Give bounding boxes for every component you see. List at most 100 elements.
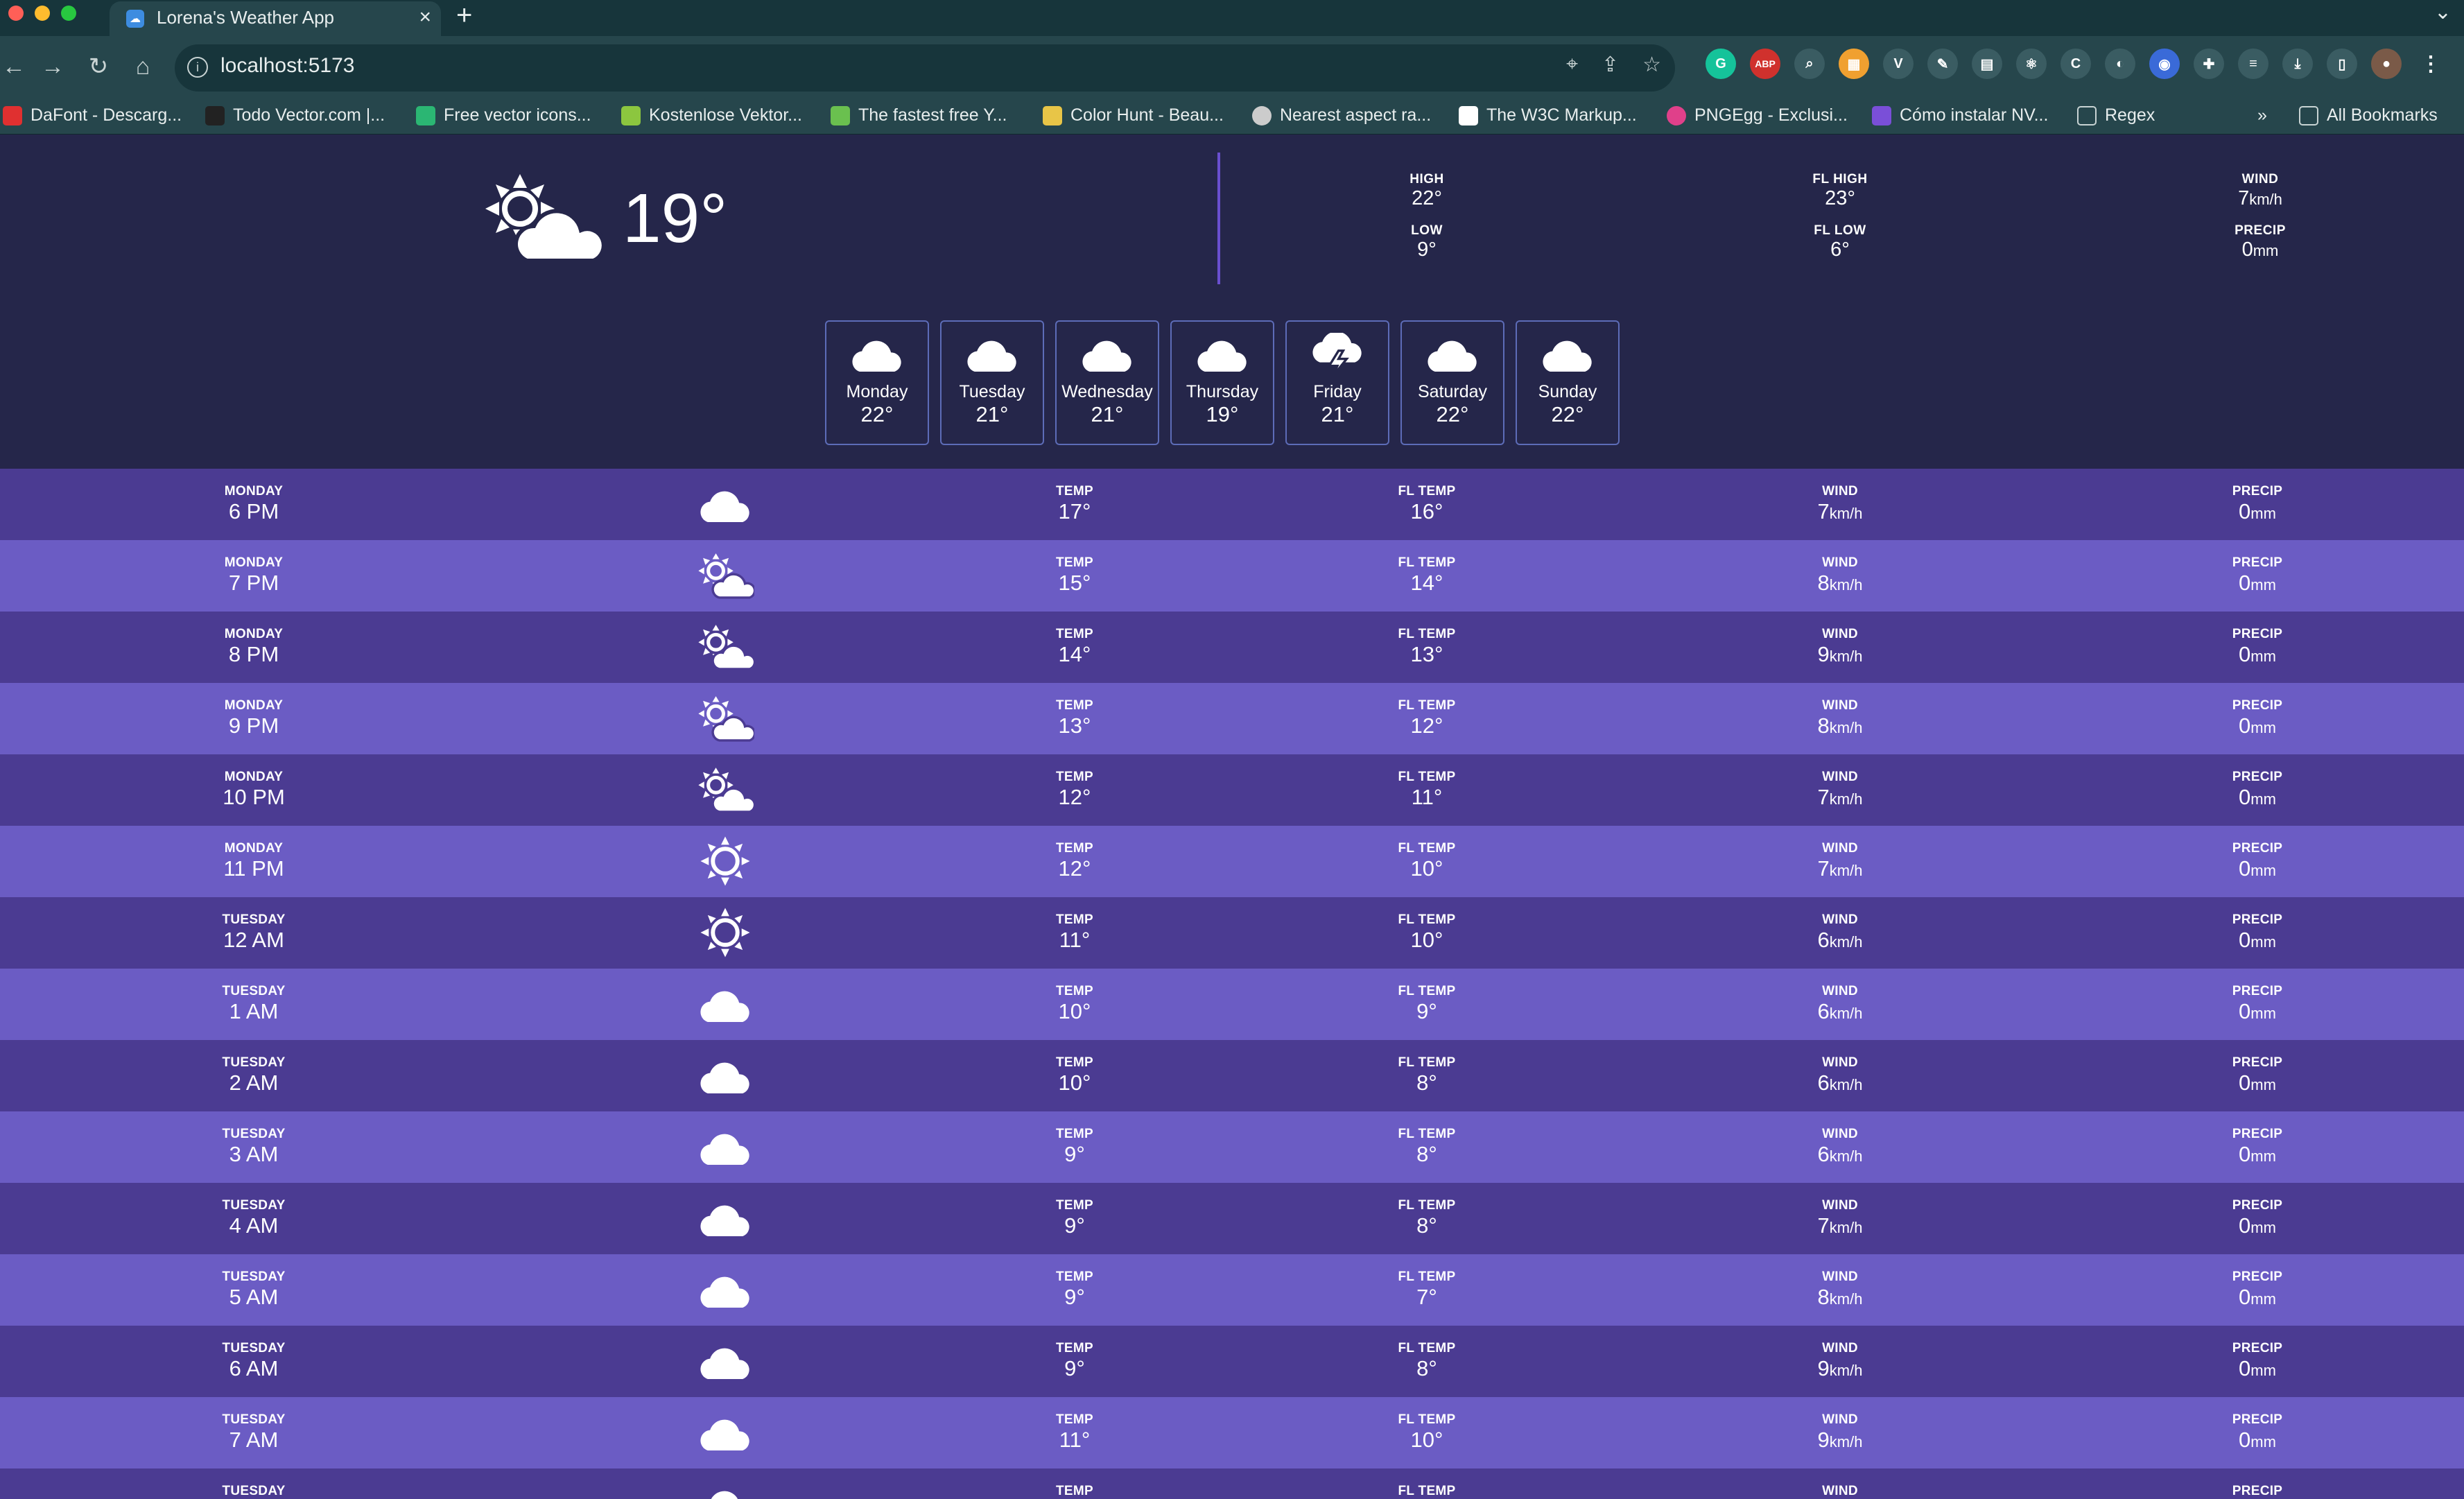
browser-menu-icon[interactable]: ⋮ xyxy=(2415,49,2446,79)
browser-tab[interactable]: ☁ Lorena's Weather App × xyxy=(110,1,441,36)
url-text[interactable]: localhost:5173 xyxy=(220,54,354,78)
minimize-window-button[interactable] xyxy=(35,6,50,21)
grammarly-icon[interactable]: G xyxy=(1706,49,1736,79)
fl-temp-value: 10° xyxy=(1410,856,1443,881)
home-icon[interactable]: ⌂ xyxy=(129,49,157,85)
zoom-window-button[interactable] xyxy=(61,6,76,21)
bookmarks-overflow-button[interactable]: » xyxy=(2257,105,2267,125)
hour-day: MONDAY xyxy=(224,770,284,784)
hour-time: MONDAY 6 PM xyxy=(225,484,284,524)
day-card-tuesday[interactable]: Tuesday 21° xyxy=(940,320,1044,445)
day-card-wednesday[interactable]: Wednesday 21° xyxy=(1055,320,1159,445)
wind-number: 7 xyxy=(1817,785,1830,809)
hour-precip: PRECIP 0mm xyxy=(2232,484,2283,524)
wind-label: WIND xyxy=(1822,1198,1858,1213)
precip-unit: mm xyxy=(2253,242,2279,259)
react-ext-icon[interactable]: ⚛ xyxy=(2016,49,2047,79)
wind-value: 7km/h xyxy=(2238,187,2282,210)
hour-fl-temp: FL TEMP 12° xyxy=(1398,698,1455,738)
wind-label: WIND xyxy=(1822,555,1858,570)
bookmark-item[interactable]: PNGEgg - Exclusi... xyxy=(1667,105,1848,125)
cloud-icon xyxy=(963,340,1021,377)
all-bookmarks-button[interactable]: All Bookmarks xyxy=(2299,105,2438,125)
reading-list-icon[interactable]: ≡ xyxy=(2238,49,2268,79)
folder-icon xyxy=(2077,105,2097,125)
fl-temp-value: 8° xyxy=(1416,1356,1437,1380)
vue-ext-icon[interactable]: V xyxy=(1883,49,1914,79)
hour-temp: TEMP 10° xyxy=(1056,984,1093,1024)
avatar[interactable]: ● xyxy=(2371,49,2402,79)
temp-value: 14° xyxy=(1058,642,1091,666)
extensions-puzzle-icon[interactable]: ✚ xyxy=(2194,49,2224,79)
current-weather: 19° HIGH 22° LOW 9° FL HIGH 23° FL LOW 6… xyxy=(0,136,2464,469)
hour-wind: WIND 9km/h xyxy=(1818,627,1863,667)
reload-icon[interactable]: ↻ xyxy=(85,49,112,85)
eyedropper-icon[interactable]: ✎ xyxy=(1927,49,1958,79)
color-ext-icon[interactable]: ▦ xyxy=(1839,49,1869,79)
temp-label: TEMP xyxy=(1056,770,1093,784)
bookmark-item[interactable]: The fastest free Y... xyxy=(831,105,1007,125)
forward-icon[interactable]: → xyxy=(39,49,67,85)
bookmark-item[interactable]: The W3C Markup... xyxy=(1459,105,1637,125)
fl-temp-label: FL TEMP xyxy=(1398,627,1456,641)
adblock-icon[interactable]: ABP xyxy=(1750,49,1780,79)
close-tab-icon[interactable]: × xyxy=(419,6,431,29)
close-window-button[interactable] xyxy=(8,6,24,21)
day-card-monday[interactable]: Monday 22° xyxy=(825,320,929,445)
bookmark-item[interactable]: Kostenlose Vektor... xyxy=(621,105,802,125)
translate-ext-icon[interactable]: ▤ xyxy=(1972,49,2002,79)
bookmark-item[interactable]: Cómo instalar NV... xyxy=(1872,105,2048,125)
hour-day: TUESDAY xyxy=(222,1055,286,1070)
wind-number: 6 xyxy=(1817,1071,1830,1095)
precip-number: 0 xyxy=(2239,1356,2251,1380)
wind-number: 7 xyxy=(2238,187,2250,209)
search-ext-icon[interactable]: ⌕ xyxy=(1794,49,1825,79)
toggle-ext-icon[interactable]: ◐ xyxy=(2105,49,2135,79)
cloud-icon xyxy=(696,1407,754,1462)
vpn-ext-icon[interactable]: ◉ xyxy=(2149,49,2180,79)
bookmark-item[interactable]: DaFont - Descarg... xyxy=(3,105,182,125)
wind-number: 6 xyxy=(1817,928,1830,952)
address-bar[interactable]: i localhost:5173 ⌖ ⇪ ☆ xyxy=(175,44,1675,92)
new-tab-button[interactable]: + xyxy=(456,0,472,31)
day-card-friday[interactable]: Friday 21° xyxy=(1285,320,1389,445)
day-card-thursday[interactable]: Thursday 19° xyxy=(1170,320,1274,445)
hourly-row: TUESDAY 1 AM TEMP 10° FL TEMP 9° WIND 6k… xyxy=(0,969,2464,1040)
bookmark-star-icon[interactable]: ☆ xyxy=(1642,53,1661,77)
sun-cloud-icon xyxy=(696,621,756,676)
download-icon[interactable]: ⤓ xyxy=(2282,49,2313,79)
fl-temp-label: FL TEMP xyxy=(1398,1341,1456,1355)
hour-day: MONDAY xyxy=(224,841,284,856)
tab-search-icon[interactable]: ⌄ xyxy=(2434,0,2452,24)
bookmark-folder[interactable]: Regex xyxy=(2077,105,2155,125)
hour-fl-temp: FL TEMP 16° xyxy=(1398,484,1455,524)
share-icon[interactable]: ⇪ xyxy=(1602,53,1619,77)
hour-time-value: 6 PM xyxy=(228,499,279,523)
precip-number: 0 xyxy=(2239,1071,2251,1095)
day-card-saturday[interactable]: Saturday 22° xyxy=(1400,320,1504,445)
site-info-icon[interactable]: i xyxy=(187,57,208,78)
hour-temp: TEMP 10° xyxy=(1056,1055,1093,1095)
hour-precip: PRECIP xyxy=(2232,1484,2283,1499)
bookmark-item[interactable]: Nearest aspect ra... xyxy=(1252,105,1431,125)
day-card-sunday[interactable]: Sunday 22° xyxy=(1516,320,1620,445)
css-ext-icon[interactable]: C xyxy=(2060,49,2091,79)
temp-label: TEMP xyxy=(1056,1412,1093,1427)
bookmark-item[interactable]: Todo Vector.com |... xyxy=(205,105,385,125)
bookmark-item[interactable]: Free vector icons... xyxy=(416,105,591,125)
temp-value: 11° xyxy=(1059,928,1091,952)
side-panel-icon[interactable]: ▯ xyxy=(2327,49,2357,79)
day-name: Saturday xyxy=(1417,382,1488,401)
hour-fl-temp: FL TEMP 8° xyxy=(1398,1198,1455,1238)
bookmark-item[interactable]: Color Hunt - Beau... xyxy=(1043,105,1224,125)
location-icon[interactable]: ⌖ xyxy=(1566,53,1578,77)
back-icon[interactable]: ← xyxy=(0,49,28,85)
precip-value: 0mm xyxy=(2232,713,2283,738)
temp-label: TEMP xyxy=(1056,484,1093,499)
hour-precip: PRECIP 0mm xyxy=(2232,1270,2283,1310)
high-value: 22° xyxy=(1412,187,1442,209)
wind-unit: km/h xyxy=(1829,862,1863,879)
hourly-row: TUESDAY 5 AM TEMP 9° FL TEMP 7° WIND 8km… xyxy=(0,1254,2464,1326)
hour-fl-temp: FL TEMP 7° xyxy=(1398,1270,1455,1310)
tab-title: Lorena's Weather App xyxy=(157,7,334,28)
